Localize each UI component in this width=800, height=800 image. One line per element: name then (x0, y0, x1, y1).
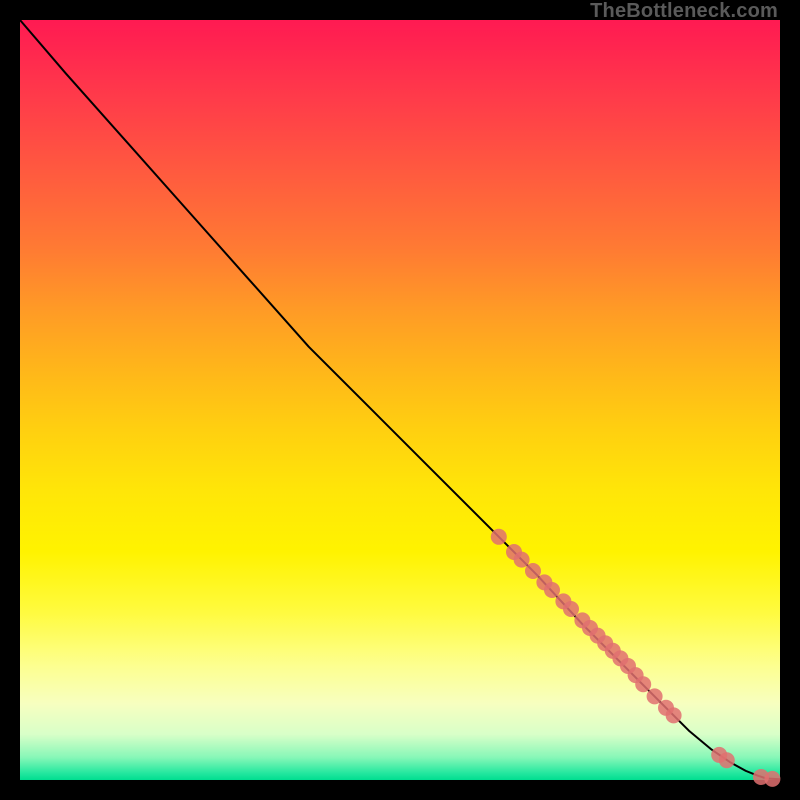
data-point (719, 752, 735, 768)
chart-svg (20, 20, 780, 780)
data-point (764, 771, 780, 787)
chart-frame: TheBottleneck.com (0, 0, 800, 800)
data-point (666, 707, 682, 723)
data-point (514, 552, 530, 568)
data-point (563, 601, 579, 617)
data-point (647, 688, 663, 704)
data-points (491, 529, 781, 787)
data-point (525, 563, 541, 579)
data-point (491, 529, 507, 545)
data-point (544, 582, 560, 598)
data-point (635, 676, 651, 692)
main-curve (20, 20, 780, 779)
watermark-text: TheBottleneck.com (590, 0, 778, 23)
